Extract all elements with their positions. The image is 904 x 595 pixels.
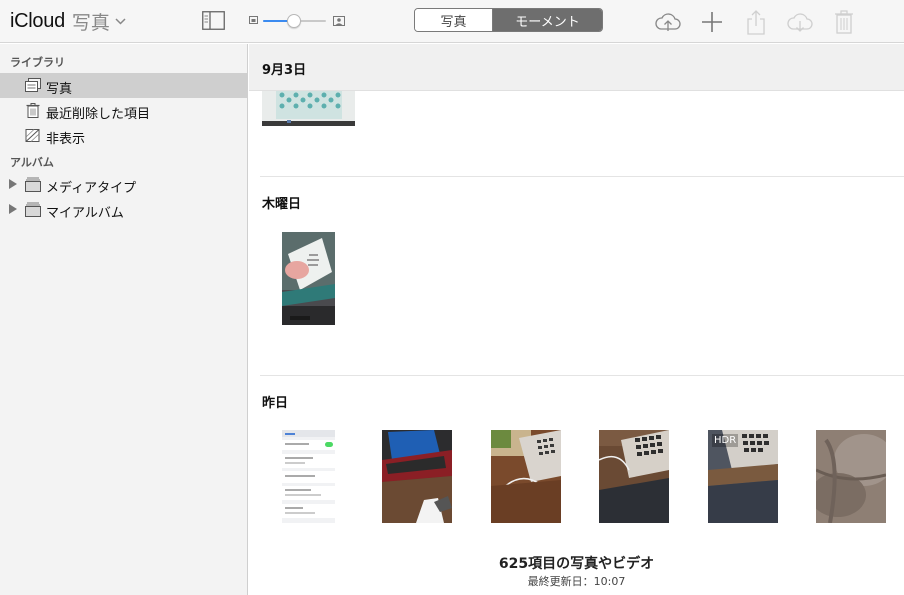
moment-divider (260, 176, 904, 177)
disclosure-triangle-icon[interactable] (9, 204, 17, 214)
share-button[interactable] (742, 8, 770, 36)
photo-image (282, 430, 335, 523)
sidebar-item-my-albums[interactable]: マイアルバム (0, 197, 247, 222)
chevron-down-icon (115, 18, 126, 25)
photo-thumbnail[interactable] (382, 430, 452, 523)
download-icon (787, 13, 813, 32)
sidebar-item-label: 最近削除した項目 (46, 107, 151, 122)
disclosure-triangle-icon[interactable] (9, 179, 17, 189)
segment-photos[interactable]: 写真 (415, 9, 493, 31)
sidebar-item-media-types[interactable]: メディアタイプ (0, 172, 247, 197)
icloud-logo-text: iCloud (10, 10, 65, 32)
download-button[interactable] (786, 8, 814, 36)
photo-image (491, 430, 561, 523)
view-segmented-control: 写真 モーメント (414, 8, 603, 32)
sidebar-item-hidden[interactable]: 非表示 (0, 123, 247, 148)
sidebar-item-label: 写真 (46, 82, 73, 97)
photo-image (816, 430, 886, 523)
zoom-knob[interactable] (287, 14, 301, 28)
photo-grid: 9月3日 木曜日 昨日 HDR 625項目の写真やビデオ 最終更新日：10:07 (249, 44, 904, 595)
moment-title: 木曜日 (262, 197, 302, 212)
moment-title: 9月3日 (262, 63, 307, 78)
photo-thumbnail[interactable] (282, 232, 335, 325)
add-button[interactable] (698, 8, 726, 36)
upload-icon (655, 13, 681, 31)
app-name: 写真 (71, 12, 110, 34)
photo-thumbnail[interactable] (816, 430, 886, 523)
sidebar-toggle-button[interactable] (202, 11, 225, 30)
delete-button[interactable] (830, 8, 858, 36)
trash-icon (835, 10, 853, 34)
upload-button[interactable] (654, 8, 682, 36)
moment-header-sticky: 9月3日 (249, 44, 904, 91)
sidebar-item-recently-deleted[interactable]: 最近削除した項目 (0, 98, 247, 123)
small-image-icon (249, 16, 258, 24)
hdr-badge: HDR (712, 434, 739, 447)
photo-thumbnail[interactable] (491, 430, 561, 523)
hidden-icon (25, 129, 40, 142)
album-stack-icon (25, 177, 41, 192)
add-icon (702, 12, 722, 32)
last-updated: 最終更新日：10:07 (527, 575, 626, 588)
photo-thumbnail[interactable] (262, 92, 355, 126)
photo-thumbnail[interactable] (599, 430, 669, 523)
sidebar-item-label: マイアルバム (46, 206, 124, 221)
sidebar-item-photos[interactable]: 写真 (0, 73, 247, 98)
share-icon (747, 10, 765, 35)
trash-icon (26, 103, 40, 118)
photos-icon (25, 78, 41, 92)
large-image-icon (333, 16, 345, 26)
album-stack-icon (25, 202, 41, 217)
sidebar: ライブラリ 写真 最近削除した項目 非表示 アルバム メディアタイプ マイアルバ… (0, 44, 248, 595)
photo-image (599, 430, 669, 523)
zoom-slider[interactable] (248, 14, 346, 28)
sidebar-item-label: 非表示 (46, 132, 86, 147)
photo-count: 625項目の写真やビデオ (498, 556, 655, 572)
photo-thumbnail[interactable] (282, 430, 335, 523)
photo-image (262, 92, 355, 126)
segment-moments[interactable]: モーメント (493, 9, 602, 31)
photo-image (282, 232, 335, 325)
albums-heading: アルバム (10, 156, 54, 169)
toolbar: iCloud 写真 写真 モーメント (0, 0, 904, 43)
sidebar-item-label: メディアタイプ (46, 181, 137, 196)
photo-image (382, 430, 452, 523)
photo-thumbnail[interactable]: HDR (708, 430, 778, 523)
moment-divider (260, 375, 904, 376)
library-heading: ライブラリ (10, 56, 65, 69)
sidebar-toggle-icon (202, 11, 225, 30)
app-switcher[interactable]: iCloud 写真 (10, 8, 126, 35)
moment-title: 昨日 (262, 396, 289, 411)
